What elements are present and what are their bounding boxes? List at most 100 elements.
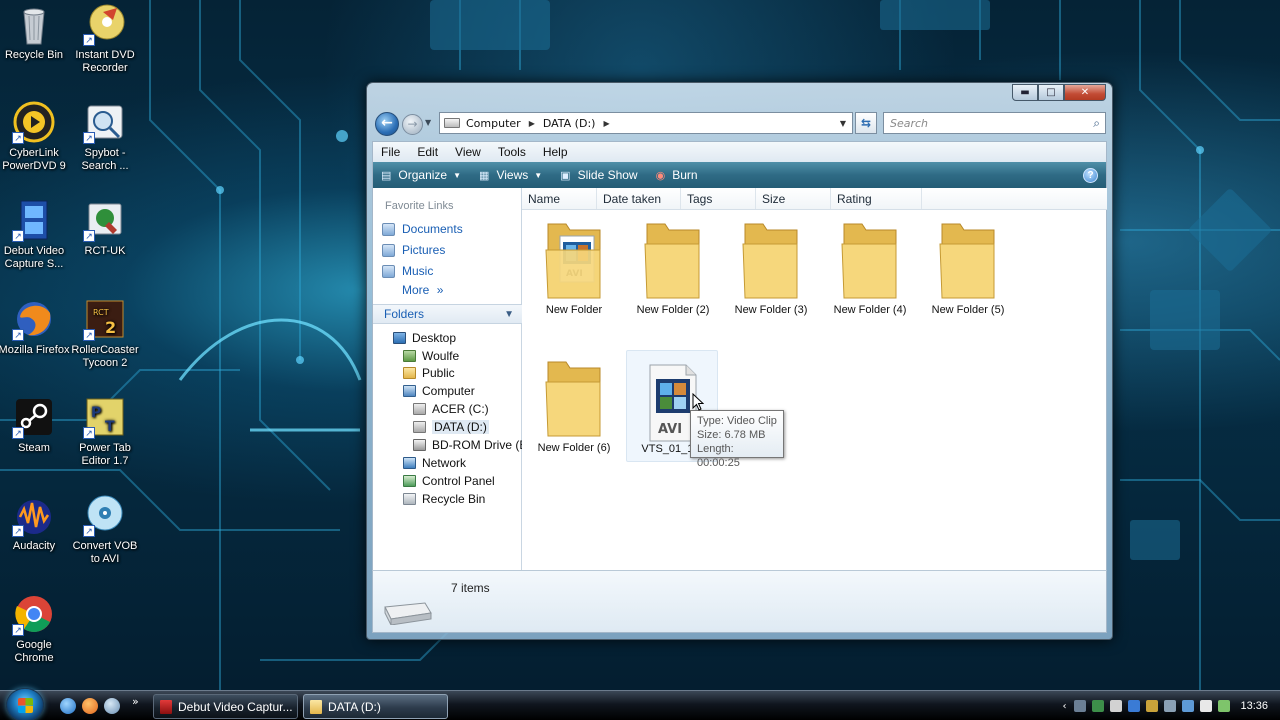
folder-with-video-icon: AVI xyxy=(544,214,604,300)
tray-update-icon[interactable] xyxy=(1146,700,1159,712)
tray-bluetooth-icon[interactable] xyxy=(1128,700,1141,712)
menu-tools[interactable]: Tools xyxy=(498,145,526,159)
file-item-new-folder-2[interactable]: New Folder (2) xyxy=(627,214,719,316)
folders-header[interactable]: Folders ▼ xyxy=(373,304,522,324)
tree-item-acer-c[interactable]: ACER (C:) xyxy=(413,402,489,416)
desktop-icon-power-tab-editor[interactable]: PT ↗ Power Tab Editor 1.7 xyxy=(68,395,142,468)
file-item-new-folder-4[interactable]: New Folder (4) xyxy=(824,214,916,316)
tree-item-control-panel[interactable]: Control Panel xyxy=(403,474,495,488)
back-button[interactable]: ← xyxy=(375,112,399,136)
desktop-icon-audacity[interactable]: ↗ Audacity xyxy=(0,493,71,553)
tree-item-desktop[interactable]: Desktop xyxy=(393,331,456,345)
folder-icon xyxy=(938,214,998,300)
breadcrumb-computer[interactable]: Computer xyxy=(466,117,521,130)
column-header-date-taken[interactable]: Date taken xyxy=(597,188,681,209)
maximize-button[interactable]: □ xyxy=(1038,84,1064,101)
organize-button[interactable]: ▤ Organize ▼ xyxy=(381,168,461,182)
desktop-icon-rollercoaster-tycoon[interactable]: RCT 2 ↗ RollerCoaster Tycoon 2 xyxy=(68,297,142,370)
chevron-down-icon: ▼ xyxy=(453,170,462,180)
breadcrumb-data-drive[interactable]: DATA (D:) xyxy=(543,117,596,130)
desktop-icon-google-chrome[interactable]: ↗ Google Chrome xyxy=(0,592,71,665)
column-header-name[interactable]: Name xyxy=(522,188,597,209)
tray-network-icon[interactable] xyxy=(1182,700,1195,712)
column-header-size[interactable]: Size xyxy=(756,188,831,209)
desktop-icon-recycle-bin[interactable]: Recycle Bin xyxy=(0,2,71,62)
firefox-icon: ↗ xyxy=(12,297,56,341)
tree-item-data-d[interactable]: DATA (D:) xyxy=(413,420,489,434)
start-button[interactable] xyxy=(6,688,44,720)
menu-edit[interactable]: Edit xyxy=(417,145,438,159)
burn-button[interactable]: ◉ Burn xyxy=(656,168,698,182)
desktop-icon-powerdvd[interactable]: ↗ CyberLink PowerDVD 9 xyxy=(0,100,71,173)
firefox-icon[interactable] xyxy=(82,698,98,714)
desktop-icon-spybot[interactable]: ↗ Spybot - Search ... xyxy=(68,100,142,173)
refresh-button[interactable]: ⇆ xyxy=(855,112,877,134)
tooltip-size: Size: 6.78 MB xyxy=(697,429,766,441)
taskbar-button-data-d[interactable]: DATA (D:) xyxy=(303,694,448,719)
desktop-icon-steam[interactable]: ↗ Steam xyxy=(0,395,71,455)
favorite-link-documents[interactable]: Documents xyxy=(382,222,463,236)
file-item-new-folder-3[interactable]: New Folder (3) xyxy=(725,214,817,316)
svg-text:T: T xyxy=(105,419,115,435)
clock[interactable]: 13:36 xyxy=(1240,700,1268,712)
desktop-icon-convert-vob[interactable]: ↗ Convert VOB to AVI xyxy=(68,493,142,566)
show-desktop-icon[interactable] xyxy=(104,698,120,714)
taskbar: » Debut Video Captur... DATA (D:) ‹ 13:3… xyxy=(0,688,1280,720)
favorite-link-pictures[interactable]: Pictures xyxy=(382,243,445,257)
search-input[interactable]: Search ⌕ xyxy=(883,112,1106,134)
column-header-rating[interactable]: Rating xyxy=(831,188,922,209)
tree-item-computer[interactable]: Computer xyxy=(403,384,475,398)
tray-expand-icon[interactable]: ‹ xyxy=(1062,701,1066,712)
close-button[interactable]: ✕ xyxy=(1064,84,1106,101)
tree-item-network[interactable]: Network xyxy=(403,456,466,470)
tray-device-icon[interactable] xyxy=(1074,700,1087,712)
file-item-label: New Folder (6) xyxy=(537,442,611,454)
tray-display-icon[interactable] xyxy=(1164,700,1177,712)
forward-button[interactable]: → xyxy=(402,114,423,135)
recycle-bin-icon xyxy=(403,493,416,505)
favorite-links-more[interactable]: More » xyxy=(402,283,443,297)
file-item-label: New Folder (3) xyxy=(734,304,808,316)
tray-app-icon[interactable] xyxy=(1110,700,1123,712)
tree-item-public[interactable]: Public xyxy=(403,366,455,380)
slide-show-icon: ▣ xyxy=(560,169,571,182)
quick-launch-overflow-icon[interactable]: » xyxy=(132,695,139,708)
tree-item-label: Control Panel xyxy=(422,474,495,488)
optical-drive-icon xyxy=(413,439,426,451)
rct-uk-icon: ↗ xyxy=(83,198,127,242)
folder-icon xyxy=(310,699,322,714)
views-button[interactable]: ▦ Views ▼ xyxy=(479,168,542,182)
file-item-new-folder[interactable]: AVI New Folder xyxy=(528,214,620,316)
favorite-link-music[interactable]: Music xyxy=(382,264,433,278)
tree-item-recycle-bin[interactable]: Recycle Bin xyxy=(403,492,485,506)
menu-help[interactable]: Help xyxy=(543,145,568,159)
tray-volume-icon[interactable] xyxy=(1200,700,1213,712)
minimize-button[interactable]: ▬ xyxy=(1012,84,1038,101)
tree-item-bd-rom-e[interactable]: BD-ROM Drive (E: xyxy=(413,438,531,452)
favorite-link-label: Music xyxy=(402,264,434,278)
recent-pages-dropdown[interactable]: ▼ xyxy=(425,118,431,127)
breadcrumb-separator-icon[interactable]: ▶ xyxy=(529,119,535,128)
column-header-tags[interactable]: Tags xyxy=(681,188,756,209)
taskbar-button-debut-video-capture[interactable]: Debut Video Captur... xyxy=(153,694,298,719)
desktop-icon-firefox[interactable]: ↗ Mozilla Firefox xyxy=(0,297,71,357)
menu-file[interactable]: File xyxy=(381,145,400,159)
menu-view[interactable]: View xyxy=(455,145,481,159)
desktop-icon-rct-uk[interactable]: ↗ RCT-UK xyxy=(68,198,142,258)
internet-explorer-icon[interactable] xyxy=(60,698,76,714)
search-icon[interactable]: ⌕ xyxy=(1093,116,1100,131)
desktop-icon-debut-video-capture[interactable]: ↗ Debut Video Capture S... xyxy=(0,198,71,271)
tray-security-icon[interactable] xyxy=(1092,700,1105,712)
help-icon[interactable]: ? xyxy=(1083,167,1098,183)
desktop-icon xyxy=(393,332,406,344)
file-item-new-folder-5[interactable]: New Folder (5) xyxy=(922,214,1014,316)
file-item-new-folder-6[interactable]: New Folder (6) xyxy=(528,352,620,454)
desktop-icon-instant-dvd-recorder[interactable]: ↗ Instant DVD Recorder xyxy=(68,2,142,75)
breadcrumb-separator-icon[interactable]: ▶ xyxy=(603,119,609,128)
tree-item-woulfe[interactable]: Woulfe xyxy=(403,349,459,363)
slide-show-button[interactable]: ▣ Slide Show xyxy=(560,168,637,182)
tray-battery-icon[interactable] xyxy=(1218,700,1231,712)
address-dropdown-icon[interactable]: ▼ xyxy=(840,119,846,128)
address-bar[interactable]: Computer ▶ DATA (D:) ▶ ▼ xyxy=(439,112,853,134)
taskbar-button-label: DATA (D:) xyxy=(328,699,381,714)
